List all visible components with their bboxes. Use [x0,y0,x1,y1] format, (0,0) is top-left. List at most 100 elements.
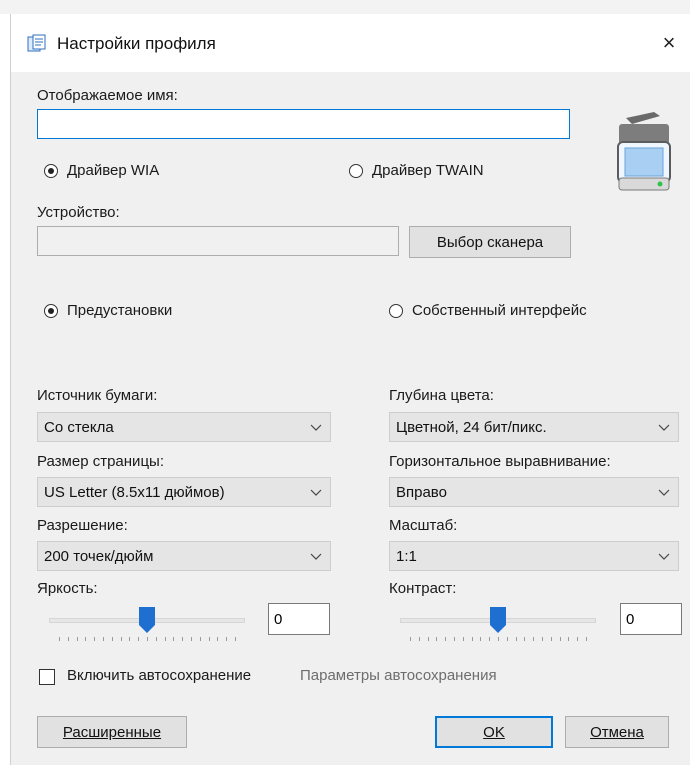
slider-tick [472,637,473,641]
device-label: Устройство: [37,204,120,221]
brightness-slider[interactable] [49,599,245,645]
slider-tick [586,637,587,641]
horizontal-align-value: Вправо [396,483,447,501]
radio-wia-driver[interactable]: Драйвер WIA [44,162,159,179]
chevron-down-icon [658,489,670,496]
slider-tick [542,637,543,641]
color-depth-dropdown[interactable]: Цветной, 24 бит/пикс. [389,412,679,442]
radio-presets-indicator [44,303,58,318]
slider-tick [226,637,227,641]
slider-tick [209,637,210,641]
ok-button[interactable]: OK [435,716,553,748]
device-field[interactable] [37,226,399,256]
slider-tick [524,637,525,641]
slider-tick [480,637,481,641]
resolution-dropdown[interactable]: 200 точек/дюйм [37,541,331,571]
chevron-down-icon [658,553,670,560]
brightness-slider-ticks [59,637,236,642]
radio-wia-indicator [44,163,58,178]
scale-label: Масштаб: [389,517,458,534]
radio-twain-indicator [349,163,363,178]
slider-tick [191,637,192,641]
slider-tick [507,637,508,641]
slider-tick [77,637,78,641]
paper-source-value: Со стекла [44,418,114,436]
paper-source-label: Источник бумаги: [37,387,158,404]
slider-tick [94,637,95,641]
page-size-value: US Letter (8.5x11 дюймов) [44,483,225,501]
slider-tick [445,637,446,641]
radio-presets[interactable]: Предустановки [44,302,172,319]
contrast-slider[interactable] [400,599,596,645]
brightness-value-input[interactable] [268,603,330,635]
settings-profile-icon [27,34,46,52]
chevron-down-icon [310,489,322,496]
slider-tick [217,637,218,641]
cancel-button[interactable]: Отмена [565,716,669,748]
autosave-checkbox[interactable] [39,669,55,685]
slider-tick [138,637,139,641]
slider-tick [577,637,578,641]
radio-twain-label: Драйвер TWAIN [372,162,484,179]
slider-tick [147,637,148,641]
slider-tick [85,637,86,641]
resolution-label: Разрешение: [37,517,128,534]
slider-tick [410,637,411,641]
paper-source-dropdown[interactable]: Со стекла [37,412,331,442]
background-strip [0,0,690,14]
contrast-label: Контраст: [389,580,457,597]
horizontal-align-dropdown[interactable]: Вправо [389,477,679,507]
brightness-slider-thumb[interactable] [139,607,155,633]
slider-tick [436,637,437,641]
cancel-button-label: Отмена [590,723,644,741]
slider-tick [454,637,455,641]
select-scanner-button[interactable]: Выбор сканера [409,226,571,258]
radio-wia-label: Драйвер WIA [67,162,160,179]
slider-tick [498,637,499,641]
contrast-slider-thumb[interactable] [490,607,506,633]
slider-tick [103,637,104,641]
slider-tick [200,637,201,641]
page-size-label: Размер страницы: [37,453,164,470]
brightness-label: Яркость: [37,580,98,597]
slider-tick [560,637,561,641]
chevron-down-icon [310,553,322,560]
radio-native-ui[interactable]: Собственный интерфейс [389,302,587,319]
display-name-input[interactable] [37,109,570,139]
page-size-dropdown[interactable]: US Letter (8.5x11 дюймов) [37,477,331,507]
ok-button-label: OK [483,723,505,741]
slider-tick [173,637,174,641]
slider-tick [551,637,552,641]
color-depth-label: Глубина цвета: [389,387,494,404]
slider-tick [516,637,517,641]
advanced-button[interactable]: Расширенные [37,716,187,748]
window-title: Настройки профиля [57,34,216,53]
horizontal-align-label: Горизонтальное выравнивание: [389,453,611,470]
display-name-label: Отображаемое имя: [37,87,178,104]
chevron-down-icon [310,424,322,431]
slider-tick [235,637,236,641]
slider-tick [68,637,69,641]
title-bar[interactable]: Настройки профиля × [11,14,690,72]
radio-twain-driver[interactable]: Драйвер TWAIN [349,162,484,179]
color-depth-value: Цветной, 24 бит/пикс. [396,418,547,436]
resolution-value: 200 точек/дюйм [44,547,154,565]
slider-tick [129,637,130,641]
slider-tick [182,637,183,641]
contrast-value-input[interactable] [620,603,682,635]
autosave-settings-link[interactable]: Параметры автосохранения [300,667,497,684]
radio-native-ui-label: Собственный интерфейс [412,302,587,319]
slider-tick [112,637,113,641]
slider-tick [419,637,420,641]
slider-tick [156,637,157,641]
profile-settings-dialog: Настройки профиля × Отображаемое имя: Др… [10,14,690,765]
slider-tick [463,637,464,641]
slider-tick [568,637,569,641]
chevron-down-icon [658,424,670,431]
slider-tick [428,637,429,641]
close-button[interactable]: × [655,29,683,57]
slider-tick [489,637,490,641]
scale-dropdown[interactable]: 1:1 [389,541,679,571]
radio-presets-label: Предустановки [67,302,173,319]
radio-native-ui-indicator [389,303,403,318]
